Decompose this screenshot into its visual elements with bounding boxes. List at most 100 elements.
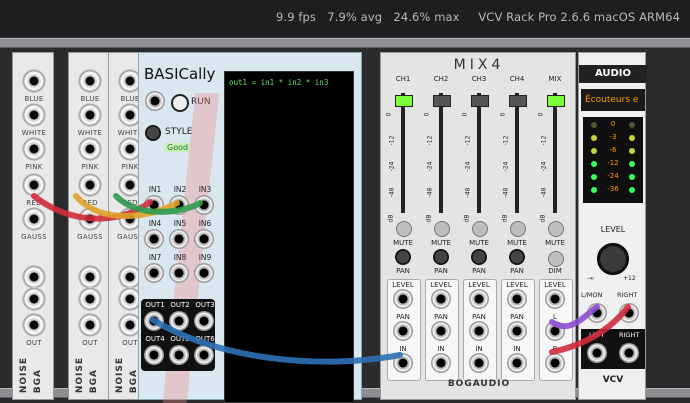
mute-button-ch2[interactable] [434, 221, 450, 237]
fader-track[interactable] [401, 93, 405, 213]
pan-label: PAN [472, 267, 486, 275]
basic-input-jack-5[interactable] [169, 229, 189, 249]
run-button[interactable] [171, 94, 189, 112]
level-cv-jack-ch1[interactable] [393, 289, 413, 309]
audio-out-right-jack[interactable] [619, 343, 639, 363]
noise-label: BLUE [80, 95, 100, 103]
basic-input-jack-1[interactable] [144, 195, 164, 215]
style-knob[interactable] [145, 125, 161, 141]
jack-socket [22, 207, 46, 231]
noise-gauss-jack[interactable] [78, 207, 102, 231]
mix4-module[interactable]: MIX4 CH1 0 -12 -24 -48 dB MUTE PAN LEVEL PAN IN CH2… [380, 52, 576, 400]
noise-module-1[interactable]: BLUEWHITEPINKREDGAUSSABSINOUTNOISEBGA [12, 52, 54, 400]
noise-module-2[interactable]: BLUEWHITEPINKREDGAUSSABSINOUTNOISEBGA [68, 52, 110, 400]
mute-button-ch3[interactable] [472, 221, 488, 237]
in-cv-jack-ch4[interactable] [507, 353, 527, 373]
audio-in-right-jack[interactable] [619, 303, 639, 323]
noise-pink-jack[interactable] [22, 137, 46, 161]
in-cv-jack-ch3[interactable] [469, 353, 489, 373]
noise-footer: NOISE [19, 356, 29, 393]
pan-cv-label: PAN [472, 313, 486, 321]
level-cv-jack-ch3[interactable] [469, 289, 489, 309]
noise-in-jack[interactable] [22, 287, 46, 311]
basic-output-jack-1[interactable] [144, 311, 164, 331]
pan-knob-ch4[interactable] [509, 249, 525, 265]
noise-out-jack[interactable] [78, 313, 102, 337]
mix-l-jack[interactable] [545, 321, 565, 341]
basic-output-jack-3[interactable] [194, 311, 214, 331]
meter-led-left [591, 187, 597, 193]
basic-output-jack-2[interactable] [169, 311, 189, 331]
audio-device-display[interactable]: Écouteurs e [581, 89, 645, 111]
noise-abs-jack[interactable] [78, 265, 102, 289]
code-editor[interactable]: out1 = in1 * in2 * in3 [224, 71, 354, 403]
pan-knob-ch3[interactable] [471, 249, 487, 265]
pan-cv-jack-ch2[interactable] [431, 321, 451, 341]
pan-cv-jack-ch1[interactable] [393, 321, 413, 341]
in-cv-jack-ch1[interactable] [393, 353, 413, 373]
noise-pink-jack[interactable] [78, 137, 102, 161]
dim-button[interactable] [548, 251, 564, 267]
fader-handle-ch4[interactable] [509, 95, 527, 107]
noise-in-jack[interactable] [78, 287, 102, 311]
mix-level-jack[interactable] [545, 289, 565, 309]
noise-label: GAUSS [77, 233, 103, 241]
fader-mark: -12 [502, 135, 510, 146]
basic-output-jack-5[interactable] [169, 345, 189, 365]
fader-track[interactable] [553, 93, 557, 213]
jack-socket [78, 265, 102, 289]
pan-cv-label: PAN [510, 313, 524, 321]
level-cv-label: LEVEL [430, 281, 452, 289]
noise-abs-jack[interactable] [22, 265, 46, 289]
audio-module[interactable]: AUDIO Écouteurs e 0 -3 -6 -12 -24 -36 LEVEL -… [578, 52, 647, 400]
basic-output-jack-6[interactable] [194, 345, 214, 365]
run-input-jack[interactable] [145, 91, 165, 111]
basic-input-jack-3[interactable] [194, 195, 214, 215]
pan-label: PAN [434, 267, 448, 275]
mute-button-ch1[interactable] [396, 221, 412, 237]
level-knob[interactable] [597, 243, 629, 275]
noise-out-jack[interactable] [22, 313, 46, 337]
noise-blue-jack[interactable] [22, 69, 46, 93]
basic-input-jack-4[interactable] [144, 229, 164, 249]
noise-label: OUT [26, 339, 42, 347]
level-cv-jack-ch2[interactable] [431, 289, 451, 309]
noise-blue-jack[interactable] [78, 69, 102, 93]
basically-module[interactable]: BASICally RUN STYLE Good IN1 IN2 IN3 IN4 IN5… [138, 52, 362, 403]
fader-handle-mix[interactable] [547, 95, 565, 107]
level-cv-jack-ch4[interactable] [507, 289, 527, 309]
basic-input-jack-7[interactable] [144, 263, 164, 283]
fader-handle-ch3[interactable] [471, 95, 489, 107]
noise-gauss-jack[interactable] [22, 207, 46, 231]
menu-area[interactable] [0, 0, 300, 36]
in-cv-label: IN [475, 345, 483, 353]
noise-red-jack[interactable] [78, 173, 102, 197]
noise-label: OUT [82, 339, 98, 347]
basic-output-label: OUT2 [170, 301, 190, 309]
basic-input-jack-9[interactable] [194, 263, 214, 283]
basic-input-jack-2[interactable] [169, 195, 189, 215]
fader-track[interactable] [439, 93, 443, 213]
fader-handle-ch2[interactable] [433, 95, 451, 107]
mute-button-mix[interactable] [548, 221, 564, 237]
in-cv-jack-ch2[interactable] [431, 353, 451, 373]
mix-r-jack[interactable] [545, 353, 565, 373]
audio-in-left-jack[interactable] [587, 303, 607, 323]
pan-knob-ch2[interactable] [433, 249, 449, 265]
pan-cv-jack-ch3[interactable] [469, 321, 489, 341]
fader-handle-ch1[interactable] [395, 95, 413, 107]
basic-input-jack-8[interactable] [169, 263, 189, 283]
noise-white-jack[interactable] [22, 103, 46, 127]
noise-red-jack[interactable] [22, 173, 46, 197]
fader-track[interactable] [477, 93, 481, 213]
channel-label: CH1 [395, 75, 411, 83]
basic-input-jack-6[interactable] [194, 229, 214, 249]
pan-cv-jack-ch4[interactable] [507, 321, 527, 341]
pan-knob-ch1[interactable] [395, 249, 411, 265]
audio-out-left-jack[interactable] [587, 343, 607, 363]
basic-output-jack-4[interactable] [144, 345, 164, 365]
mute-button-ch4[interactable] [510, 221, 526, 237]
noise-white-jack[interactable] [78, 103, 102, 127]
meter-led-right [629, 148, 635, 154]
fader-track[interactable] [515, 93, 519, 213]
